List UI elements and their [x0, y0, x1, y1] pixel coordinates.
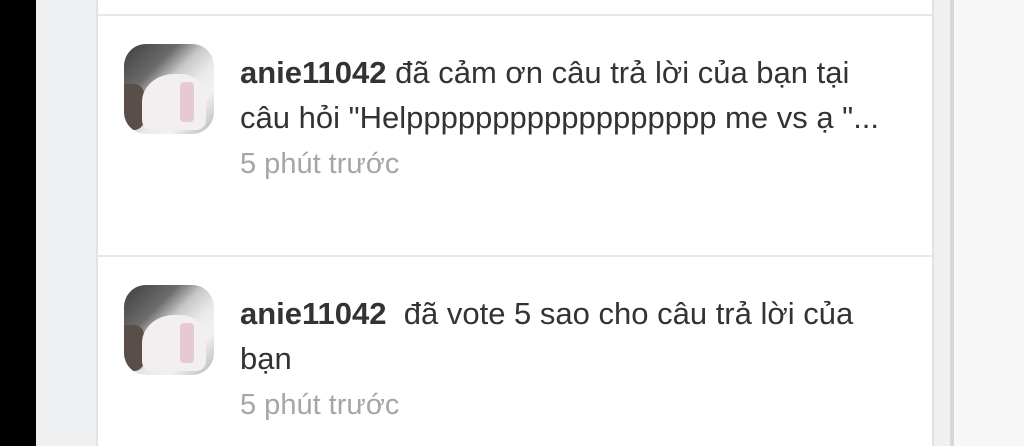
username-link[interactable]: anie11042 [240, 55, 387, 90]
notification-content: anie11042 đã cảm ơn câu trả lời của bạn … [240, 50, 902, 184]
notification-list: anie11042 đã cảm ơn câu trả lời của bạn … [96, 0, 934, 446]
notification-content: anie11042 đã vote 5 sao cho câu trả lời … [240, 291, 902, 425]
notification-time: 5 phút trước [240, 148, 400, 180]
avatar[interactable] [124, 285, 214, 375]
notification-message: anie11042 đã cảm ơn câu trả lời của bạn … [240, 50, 902, 140]
notification-time: 5 phút trước [240, 389, 400, 421]
avatar[interactable] [124, 44, 214, 134]
screen: anie11042 đã cảm ơn câu trả lời của bạn … [36, 0, 1024, 446]
username-link[interactable]: anie11042 [240, 296, 387, 331]
notification-message: anie11042 đã vote 5 sao cho câu trả lời … [240, 291, 902, 381]
right-panel [954, 0, 1024, 446]
notification-item[interactable]: anie11042 đã cảm ơn câu trả lời của bạn … [98, 16, 932, 255]
notification-item[interactable]: anie11042 đã vote 5 sao cho câu trả lời … [98, 257, 932, 446]
